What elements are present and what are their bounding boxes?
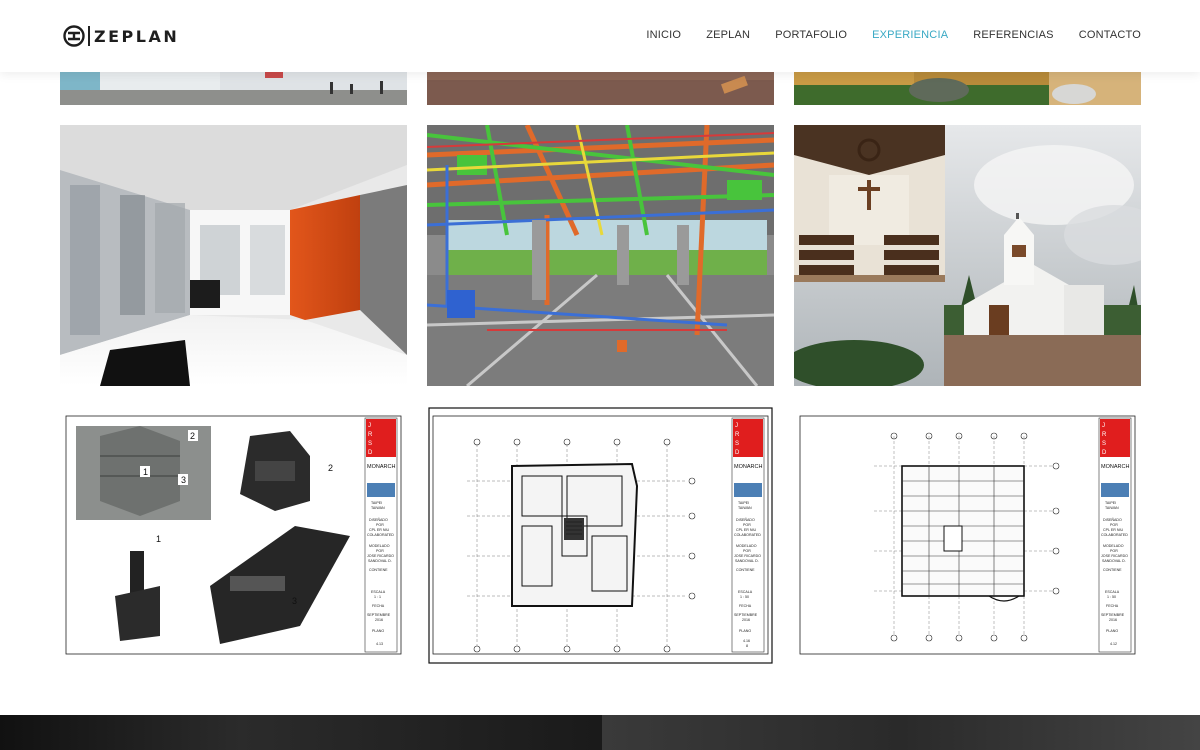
sheet3-block-s: S	[1102, 441, 1106, 447]
sheet3-content: CONTIENE	[1103, 568, 1122, 572]
sheet1-content: CONTIENE	[369, 568, 388, 572]
site-header: ZEPLAN INICIO ZEPLAN PORTAFOLIO EXPERIEN…	[0, 0, 1200, 72]
sheet2-date-2: 2016	[742, 618, 750, 622]
sheet2-plan-label: PLANO	[739, 629, 751, 633]
gallery-image-interior-render[interactable]	[60, 125, 407, 386]
sheet1-block-j: J	[368, 423, 371, 429]
sheet1-plan-label: PLANO	[372, 629, 384, 633]
sheet3-scale-label: ESCALA	[1105, 590, 1120, 594]
sheet2-mod-3: JOSE RICARDO	[734, 554, 761, 558]
sheet1-callout-2b: 2	[328, 463, 333, 473]
sheet1-callout-1a: 1	[143, 467, 148, 477]
sheet3-title: MONARCH	[1101, 464, 1129, 470]
sheet3-mod-4: SANDOVAL D.	[1102, 559, 1126, 563]
sheet1-des-4: COLABORATED	[367, 533, 394, 537]
sheet1-date-label: FECHA	[372, 604, 385, 608]
footer-banner	[0, 715, 1200, 750]
sheet2-date-1: SEPTIEMBRE	[734, 613, 758, 617]
sheet3-loc-2: TAIWAN	[1105, 506, 1119, 510]
sheet3-block-r: R	[1102, 432, 1107, 438]
sheet3-scale: 1 : 50	[1107, 595, 1116, 599]
sheet2-block-r: R	[735, 432, 740, 438]
sheet1-block-r: R	[368, 432, 373, 438]
sheet2-des-1: DISEÑADO	[736, 517, 755, 522]
sheet3-des-2: POR	[1110, 523, 1118, 527]
sheet1-callout-2a: 2	[190, 431, 195, 441]
sheet3-mod-1: MODELADO	[1103, 544, 1124, 548]
sheet1-mod-3: JOSE RICARDO	[367, 554, 394, 558]
gallery-image-sheet-details[interactable]: 2 1 3 2 1 3 J R S D MONARCH TAIPEI TAIWA…	[60, 406, 407, 665]
sheet1-date-2: 2016	[375, 618, 383, 622]
sheet1-block-s: S	[368, 441, 372, 447]
sheet2-des-2: POR	[743, 523, 751, 527]
brand-logo[interactable]: ZEPLAN	[63, 25, 179, 47]
sheet1-loc-1: TAIPEI	[371, 501, 382, 505]
gallery-image-chapel[interactable]	[794, 125, 1141, 386]
sheet2-date-label: FECHA	[739, 604, 752, 608]
sheet1-title: MONARCH	[367, 464, 395, 470]
sheet1-mod-1: MODELADO	[369, 544, 390, 548]
gallery-image-bim-mep-model[interactable]	[427, 125, 774, 386]
sheet2-mod-1: MODELADO	[736, 544, 757, 548]
sheet3-des-1: DISEÑADO	[1103, 517, 1122, 522]
sheet3-des-3: CPL ER NIU	[1103, 528, 1123, 532]
sheet1-mod-2: POR	[376, 549, 384, 553]
sheet3-des-4: COLABORATED	[1101, 533, 1128, 537]
sheet2-content: CONTIENE	[736, 568, 755, 572]
sheet1-des-3: CPL ER NIU	[369, 528, 389, 532]
nav-experiencia[interactable]: EXPERIENCIA	[872, 29, 948, 41]
sheet1-callout-3b: 3	[292, 596, 297, 606]
sheet3-date-2: 2016	[1109, 618, 1117, 622]
sheet3-block-j: J	[1102, 423, 1105, 429]
sheet2-block-d: D	[735, 450, 740, 456]
sheet1-mod-4: SANDOVAL D.	[368, 559, 392, 563]
gallery-image-sheet-structure[interactable]: J R S D MONARCH TAIPEI TAIWAN DISEÑADO P…	[794, 406, 1141, 665]
sheet3-plan-label: PLANO	[1106, 629, 1118, 633]
sheet2-title: MONARCH	[734, 464, 762, 470]
nav-portafolio[interactable]: PORTAFOLIO	[775, 29, 847, 41]
sheet2-plan-sub: 8	[746, 644, 748, 648]
sheet2-block-s: S	[735, 441, 739, 447]
nav-referencias[interactable]: REFERENCIAS	[973, 29, 1053, 41]
sheet2-mod-4: SANDOVAL D.	[735, 559, 759, 563]
sheet3-mod-2: POR	[1110, 549, 1118, 553]
logo-mark-icon	[63, 25, 85, 47]
sheet1-scale-label: ESCALA	[371, 590, 386, 594]
sheet2-scale-label: ESCALA	[738, 590, 753, 594]
sheet1-date-1: SEPTIEMBRE	[367, 613, 391, 617]
brand-name: ZEPLAN	[94, 26, 180, 46]
sheet1-scale: 1 : 1	[374, 595, 381, 599]
nav-zeplan[interactable]: ZEPLAN	[706, 29, 750, 41]
sheet2-mod-2: POR	[743, 549, 751, 553]
sheet1-des-2: POR	[376, 523, 384, 527]
sheet1-block-d: D	[368, 450, 373, 456]
sheet3-date-label: FECHA	[1106, 604, 1119, 608]
sheet1-plan: 4.13	[376, 642, 383, 646]
main-nav: INICIO ZEPLAN PORTAFOLIO EXPERIENCIA REF…	[621, 29, 1141, 41]
sheet1-des-1: DISEÑADO	[369, 517, 388, 522]
sheet3-mod-3: JOSE RICARDO	[1101, 554, 1128, 558]
sheet3-loc-1: TAIPEI	[1105, 501, 1116, 505]
footer-banner-image-right	[602, 715, 1200, 750]
sheet2-plan: 4.16	[743, 639, 750, 643]
sheet2-loc-2: TAIWAN	[738, 506, 752, 510]
sheet1-callout-1b: 1	[156, 534, 161, 544]
nav-contacto[interactable]: CONTACTO	[1079, 29, 1141, 41]
nav-inicio[interactable]: INICIO	[646, 29, 681, 41]
logo-divider	[88, 26, 90, 46]
sheet1-loc-2: TAIWAN	[371, 506, 385, 510]
sheet2-des-4: COLABORATED	[734, 533, 761, 537]
sheet2-block-j: J	[735, 423, 738, 429]
sheet1-callout-3a: 3	[181, 475, 186, 485]
sheet2-loc-1: TAIPEI	[738, 501, 749, 505]
sheet2-scale: 1 : 50	[740, 595, 749, 599]
sheet3-plan: 4.12	[1110, 642, 1117, 646]
sheet2-des-3: CPL ER NIU	[736, 528, 756, 532]
sheet3-date-1: SEPTIEMBRE	[1101, 613, 1125, 617]
gallery-image-sheet-floorplan[interactable]: J R S D MONARCH TAIPEI TAIWAN DISEÑADO P…	[427, 406, 774, 665]
sheet3-block-d: D	[1102, 450, 1107, 456]
footer-banner-image-left	[0, 715, 602, 750]
